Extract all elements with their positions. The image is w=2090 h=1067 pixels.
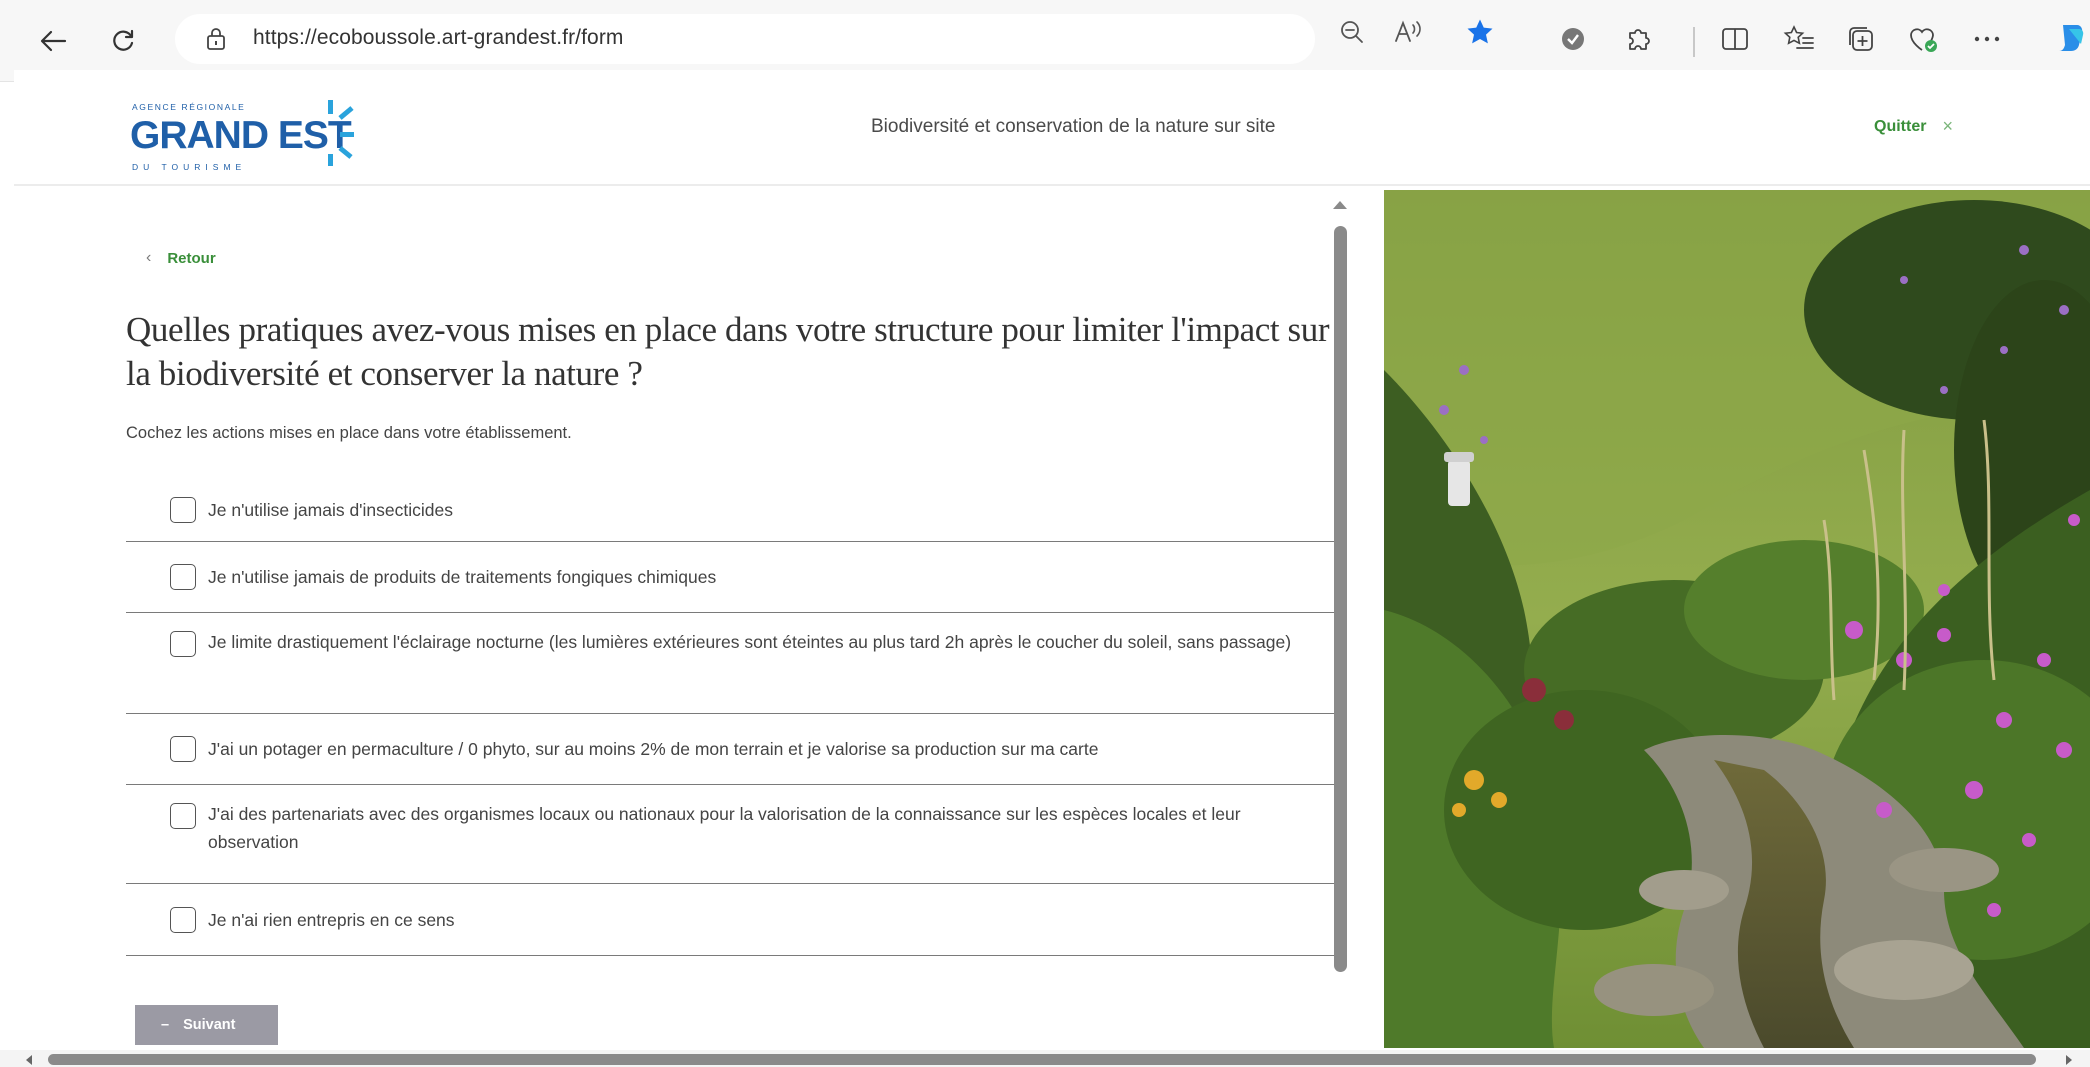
extensions-puzzle-icon[interactable] bbox=[1620, 20, 1658, 58]
back-arrow-icon[interactable] bbox=[30, 18, 76, 64]
back-button[interactable]: ‹ Retour bbox=[146, 249, 216, 267]
option-label: Je n'ai rien entrepris en ce sens bbox=[208, 909, 455, 930]
option-row[interactable]: J'ai des partenariats avec des organisme… bbox=[126, 785, 1338, 884]
option-label: Je n'utilise jamais d'insecticides bbox=[208, 499, 453, 520]
close-icon: × bbox=[1942, 116, 1953, 136]
quit-label: Quitter bbox=[1874, 117, 1927, 135]
favorite-star-icon[interactable] bbox=[1464, 16, 1496, 48]
next-button[interactable]: – Suivant bbox=[135, 1005, 278, 1045]
vertical-scrollbar-thumb[interactable] bbox=[1334, 226, 1347, 972]
logo-line1: AGENCE RÉGIONALE bbox=[132, 102, 246, 112]
favorites-list-icon[interactable] bbox=[1780, 20, 1818, 58]
url-text[interactable]: https://ecoboussole.art-grandest.fr/form bbox=[253, 26, 624, 50]
question-instructions: Cochez les actions mises en place dans v… bbox=[126, 424, 572, 442]
option-row[interactable]: Je n'ai rien entrepris en ce sens bbox=[126, 884, 1338, 956]
option-label: Je n'utilise jamais de produits de trait… bbox=[208, 567, 717, 587]
question-heading: Quelles pratiques avez-vous mises en pla… bbox=[126, 310, 1330, 393]
option-row[interactable]: J'ai un potager en permaculture / 0 phyt… bbox=[126, 714, 1338, 785]
grand-est-logo[interactable]: AGENCE RÉGIONALE GRAND EST DU TOURISME bbox=[120, 86, 380, 172]
checkbox[interactable] bbox=[170, 631, 196, 657]
option-row[interactable]: Je limite drastiquement l'éclairage noct… bbox=[126, 613, 1338, 714]
logo-line3: DU TOURISME bbox=[132, 162, 247, 172]
horizontal-scrollbar[interactable] bbox=[0, 1050, 2090, 1067]
chevron-left-icon: ‹ bbox=[146, 249, 152, 266]
copilot-icon[interactable] bbox=[2054, 18, 2090, 56]
dash-icon: – bbox=[161, 1017, 170, 1033]
logo-rays-icon bbox=[310, 96, 360, 171]
extension-icon[interactable] bbox=[1554, 20, 1592, 58]
browser-essentials-icon[interactable] bbox=[1904, 20, 1942, 58]
garden-stream-photo bbox=[1384, 190, 2090, 1048]
collections-icon[interactable] bbox=[1842, 20, 1880, 58]
quit-button[interactable]: Quitter × bbox=[1874, 116, 1953, 137]
horizontal-scrollbar-thumb[interactable] bbox=[48, 1054, 2036, 1065]
checkbox[interactable] bbox=[170, 496, 196, 523]
option-row[interactable]: Je n'utilise jamais d'insecticides bbox=[126, 478, 1338, 542]
form-panel: ‹ Retour Quelles pratiques avez-vous mis… bbox=[14, 188, 1338, 1048]
scroll-right-arrow-icon[interactable] bbox=[2064, 1053, 2074, 1067]
address-bar[interactable]: https://ecoboussole.art-grandest.fr/form bbox=[175, 14, 1315, 64]
read-aloud-icon[interactable] bbox=[1392, 16, 1424, 48]
back-label: Retour bbox=[167, 249, 216, 267]
checkbox[interactable] bbox=[170, 906, 196, 933]
next-label: Suivant bbox=[183, 1017, 236, 1033]
page-title: Biodiversité et conservation de la natur… bbox=[871, 116, 1276, 137]
scroll-left-arrow-icon[interactable] bbox=[24, 1053, 34, 1067]
checkbox[interactable] bbox=[170, 803, 196, 829]
option-label: J'ai des partenariats avec des organisme… bbox=[208, 804, 1241, 852]
checkbox[interactable] bbox=[170, 564, 196, 590]
option-row[interactable]: Je n'utilise jamais de produits de trait… bbox=[126, 542, 1338, 613]
toolbar-separator bbox=[1693, 27, 1695, 57]
option-label: Je limite drastiquement l'éclairage noct… bbox=[208, 632, 1292, 652]
split-screen-icon[interactable] bbox=[1716, 20, 1754, 58]
lock-icon[interactable] bbox=[205, 27, 227, 56]
options-list: Je n'utilise jamais d'insecticides Je n'… bbox=[126, 478, 1338, 956]
scroll-up-arrow-icon[interactable] bbox=[1330, 198, 1350, 217]
site-header: AGENCE RÉGIONALE GRAND EST DU TOURISME B… bbox=[14, 70, 2090, 186]
checkbox[interactable] bbox=[170, 736, 196, 762]
zoom-out-icon[interactable] bbox=[1336, 16, 1368, 48]
more-icon[interactable] bbox=[1968, 20, 2006, 58]
option-label: J'ai un potager en permaculture / 0 phyt… bbox=[208, 739, 1099, 759]
refresh-icon[interactable] bbox=[100, 18, 146, 64]
